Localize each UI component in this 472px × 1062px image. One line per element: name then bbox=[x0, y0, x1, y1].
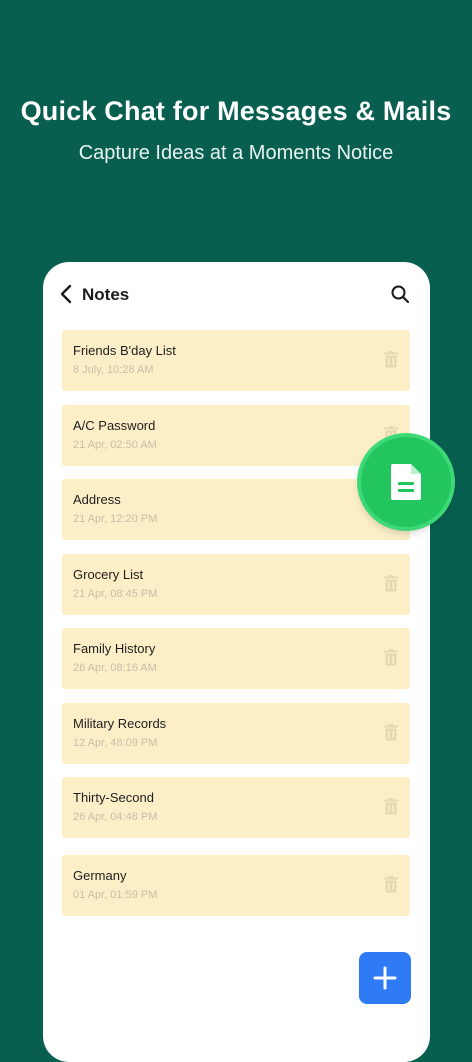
note-item[interactable]: Military Records 12 Apr, 48:09 PM bbox=[62, 703, 410, 764]
trash-icon[interactable] bbox=[384, 724, 398, 741]
hero-title: Quick Chat for Messages & Mails bbox=[20, 96, 452, 126]
note-title: Grocery List bbox=[73, 567, 144, 582]
trash-icon[interactable] bbox=[384, 575, 398, 592]
document-badge bbox=[361, 437, 451, 527]
note-item[interactable]: Friends B'day List 8 July, 10:28 AM bbox=[62, 330, 410, 391]
note-item[interactable]: Germany 01 Apr, 01:59 PM bbox=[62, 855, 410, 916]
note-title: Thirty-Second bbox=[73, 790, 154, 805]
note-item[interactable]: Grocery List 21 Apr, 08:45 PM bbox=[62, 554, 410, 615]
trash-icon[interactable] bbox=[384, 649, 398, 666]
document-icon bbox=[391, 464, 421, 500]
note-title: Address bbox=[73, 492, 121, 507]
hero-subtitle: Capture Ideas at a Moments Notice bbox=[78, 142, 394, 164]
plus-icon bbox=[373, 966, 397, 990]
note-title: Friends B'day List bbox=[73, 343, 176, 358]
note-date: 26 Apr, 08:16 AM bbox=[73, 662, 157, 674]
trash-icon[interactable] bbox=[384, 798, 398, 815]
note-date: 21 Apr, 02:50 AM bbox=[73, 439, 157, 451]
note-title: Military Records bbox=[73, 716, 167, 731]
app-bar: Notes bbox=[43, 262, 430, 326]
add-note-button[interactable] bbox=[359, 952, 411, 1004]
chevron-left-icon[interactable] bbox=[59, 284, 75, 304]
phone-screen: Notes Friends B'day List 8 July, 10:28 A… bbox=[43, 262, 430, 1062]
note-date: 01 Apr, 01:59 PM bbox=[73, 889, 158, 901]
page-title: Notes bbox=[82, 285, 130, 304]
note-title: A/C Password bbox=[73, 418, 156, 433]
note-date: 26 Apr, 04:48 PM bbox=[73, 811, 158, 823]
note-item[interactable]: Address 21 Apr, 12:20 PM bbox=[62, 479, 410, 540]
note-title: Germany bbox=[73, 868, 127, 883]
note-date: 8 July, 10:28 AM bbox=[73, 364, 154, 376]
note-title: Family History bbox=[73, 641, 156, 656]
note-date: 21 Apr, 08:45 PM bbox=[73, 588, 158, 600]
note-item[interactable]: Thirty-Second 26 Apr, 04:48 PM bbox=[62, 777, 410, 838]
search-icon[interactable] bbox=[390, 284, 410, 304]
note-item[interactable]: Family History 26 Apr, 08:16 AM bbox=[62, 628, 410, 689]
trash-icon[interactable] bbox=[384, 351, 398, 368]
note-date: 21 Apr, 12:20 PM bbox=[73, 513, 158, 525]
note-item[interactable]: A/C Password 21 Apr, 02:50 AM bbox=[62, 405, 410, 466]
note-date: 12 Apr, 48:09 PM bbox=[73, 737, 158, 749]
trash-icon[interactable] bbox=[384, 876, 398, 893]
